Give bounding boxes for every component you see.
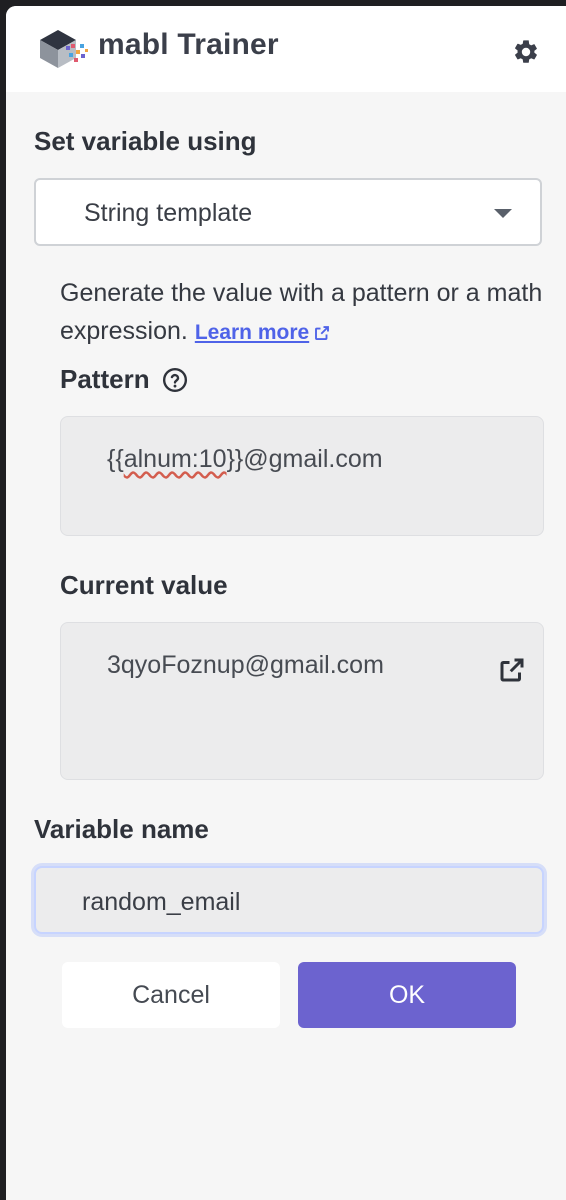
variable-name-label: Variable name <box>34 814 209 844</box>
chevron-down-icon <box>494 209 512 218</box>
learn-more-link[interactable]: Learn more <box>195 321 331 344</box>
pattern-label: Pattern <box>60 364 150 394</box>
learn-more-label: Learn more <box>194 321 310 344</box>
description: Generate the value with a pattern or a m… <box>60 274 550 352</box>
pattern-label-row: Pattern <box>60 364 188 395</box>
current-value-text: 3qyoFoznup@gmail.com <box>107 651 384 679</box>
variable-name-input[interactable] <box>80 884 504 920</box>
mabl-logo-icon <box>40 30 88 68</box>
pattern-prefix: {{ <box>107 445 124 473</box>
open-external-icon[interactable] <box>497 655 527 685</box>
header: mabl Trainer <box>6 6 566 92</box>
app-title: mabl Trainer <box>98 28 279 61</box>
variable-name-field[interactable] <box>34 866 544 934</box>
method-select[interactable]: String template <box>34 178 542 246</box>
pattern-suffix: }}@gmail.com <box>226 445 383 473</box>
method-select-value: String template <box>84 199 253 227</box>
current-value-label: Current value <box>60 570 228 600</box>
pattern-value: {{alnum:10}}@gmail.com <box>107 445 383 474</box>
current-value-field: 3qyoFoznup@gmail.com <box>60 622 544 780</box>
cancel-button[interactable]: Cancel <box>62 962 280 1028</box>
pattern-field[interactable]: {{alnum:10}}@gmail.com <box>60 416 544 536</box>
ok-button[interactable]: OK <box>298 962 516 1028</box>
gear-icon[interactable] <box>512 38 540 66</box>
set-variable-label: Set variable using <box>34 126 257 156</box>
external-link-icon <box>315 326 330 341</box>
help-icon[interactable] <box>162 367 188 393</box>
pattern-token: alnum:10 <box>123 445 227 473</box>
trainer-panel: mabl Trainer Set variable using String t… <box>6 6 566 1200</box>
